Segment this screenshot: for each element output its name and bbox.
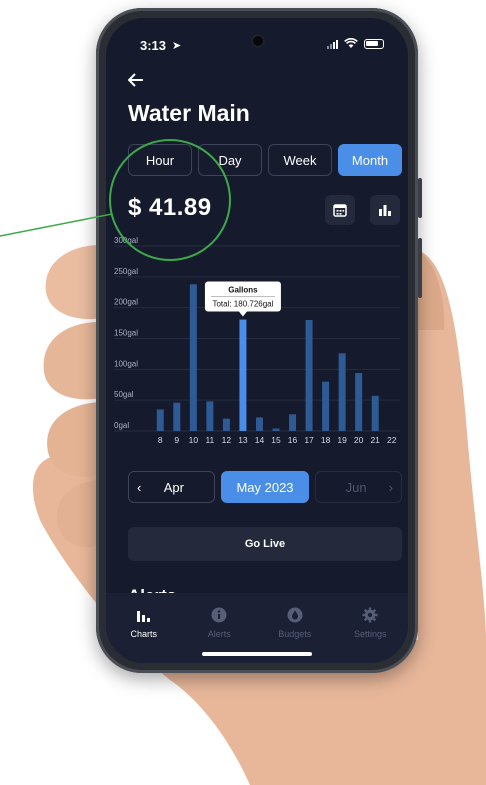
y-tick-label: 0gal (114, 421, 129, 430)
chevron-right-icon: › (388, 479, 393, 495)
volume-button (418, 178, 422, 218)
x-tick-label: 10 (189, 435, 199, 445)
month-navigator: ‹ Apr May 2023 Jun › (128, 471, 402, 503)
stage: 3:13 ➤ Water Main Hour Day Week Month $ … (0, 0, 486, 785)
battery-icon (364, 38, 384, 49)
x-tick-label: 18 (321, 435, 331, 445)
chart-bar (173, 402, 181, 431)
usage-bar-chart: 0gal 50gal 100gal 150gal 200gal 250gal 300gal 8… (114, 236, 400, 445)
y-tick-label: 300gal (114, 236, 138, 245)
chart-bar (305, 320, 313, 431)
tab-hour[interactable]: Hour (128, 144, 192, 176)
x-tick-label: 19 (337, 435, 347, 445)
x-tick-label: 13 (238, 435, 248, 445)
front-camera (251, 34, 265, 48)
phone-frame: 3:13 ➤ Water Main Hour Day Week Month $ … (96, 8, 422, 673)
current-month-button[interactable]: May 2023 (221, 471, 309, 503)
next-month-button[interactable]: Jun › (314, 471, 402, 503)
chart-bar (255, 417, 263, 431)
app-screen: 3:13 ➤ Water Main Hour Day Week Month $ … (106, 18, 408, 663)
chart-bar (289, 414, 297, 431)
gear-icon (362, 607, 378, 623)
power-button (418, 238, 422, 298)
tab-week[interactable]: Week (268, 144, 332, 176)
status-icons (327, 38, 384, 49)
nav-charts[interactable]: Charts (106, 607, 182, 663)
x-tick-label: 20 (354, 435, 364, 445)
nav-alerts-label: Alerts (207, 629, 231, 639)
y-tick-label: 150gal (114, 329, 138, 338)
tooltip-title: Gallons (228, 286, 258, 295)
tooltip-pointer (238, 311, 247, 317)
chart-bar (222, 418, 230, 431)
y-tick-label: 100gal (114, 359, 138, 368)
x-tick-label: 17 (304, 435, 314, 445)
nav-budgets-label: Budgets (278, 629, 312, 639)
x-tick-label: 12 (222, 435, 232, 445)
wifi-icon (344, 38, 358, 48)
x-tick-label: 9 (174, 435, 179, 445)
status-bar: 3:13 ➤ (106, 18, 408, 58)
chart-type-button[interactable] (370, 195, 400, 225)
prev-month-label: Apr (163, 479, 184, 495)
nav-charts-label: Charts (130, 629, 157, 639)
bar-chart-icon (379, 205, 391, 216)
chart-bar (322, 381, 330, 431)
home-indicator (202, 652, 312, 656)
location-arrow-icon: ➤ (172, 40, 182, 52)
water-drop-icon (287, 607, 303, 623)
nav-settings-label: Settings (353, 629, 387, 639)
y-tick-label: 250gal (114, 267, 138, 276)
usage-chart: 0gal 50gal 100gal 150gal 200gal 250gal 300gal 8… (106, 236, 408, 458)
signal-icon (327, 39, 338, 49)
bar-chart-icon (136, 611, 150, 622)
calendar-button[interactable] (325, 195, 355, 225)
x-tick-label: 22 (387, 435, 397, 445)
info-icon (211, 607, 227, 623)
chart-bar (355, 373, 363, 431)
chart-bar (156, 409, 164, 431)
nav-settings[interactable]: Settings (333, 607, 409, 663)
y-tick-label: 200gal (114, 298, 138, 307)
chart-bar (338, 353, 346, 431)
prev-month-button[interactable]: ‹ Apr (128, 471, 216, 503)
next-month-label: Jun (345, 479, 367, 495)
x-tick-label: 8 (158, 435, 163, 445)
cost-amount: $ 41.89 (128, 194, 212, 221)
x-tick-label: 16 (288, 435, 298, 445)
x-tick-label: 21 (370, 435, 380, 445)
page-title: Water Main (128, 100, 250, 126)
calendar-icon (333, 204, 347, 217)
tab-month[interactable]: Month (338, 144, 402, 176)
chart-bar (272, 428, 280, 431)
y-tick-label: 50gal (114, 390, 134, 399)
range-tabs: Hour Day Week Month (128, 144, 402, 176)
status-time: 3:13 (140, 38, 167, 53)
chart-bar (371, 395, 379, 431)
chart-bar (189, 284, 197, 431)
go-live-button[interactable]: Go Live (128, 527, 402, 561)
x-tick-label: 14 (255, 435, 265, 445)
current-month-label: May 2023 (236, 479, 294, 495)
x-tick-label: 15 (271, 435, 281, 445)
tooltip-text: Total: 180.726gal (212, 300, 273, 309)
chart-bar (206, 401, 214, 431)
arrow-left-icon[interactable] (127, 70, 144, 93)
tab-day[interactable]: Day (198, 144, 262, 176)
x-tick-label: 11 (205, 435, 214, 445)
chart-bar (239, 319, 247, 431)
